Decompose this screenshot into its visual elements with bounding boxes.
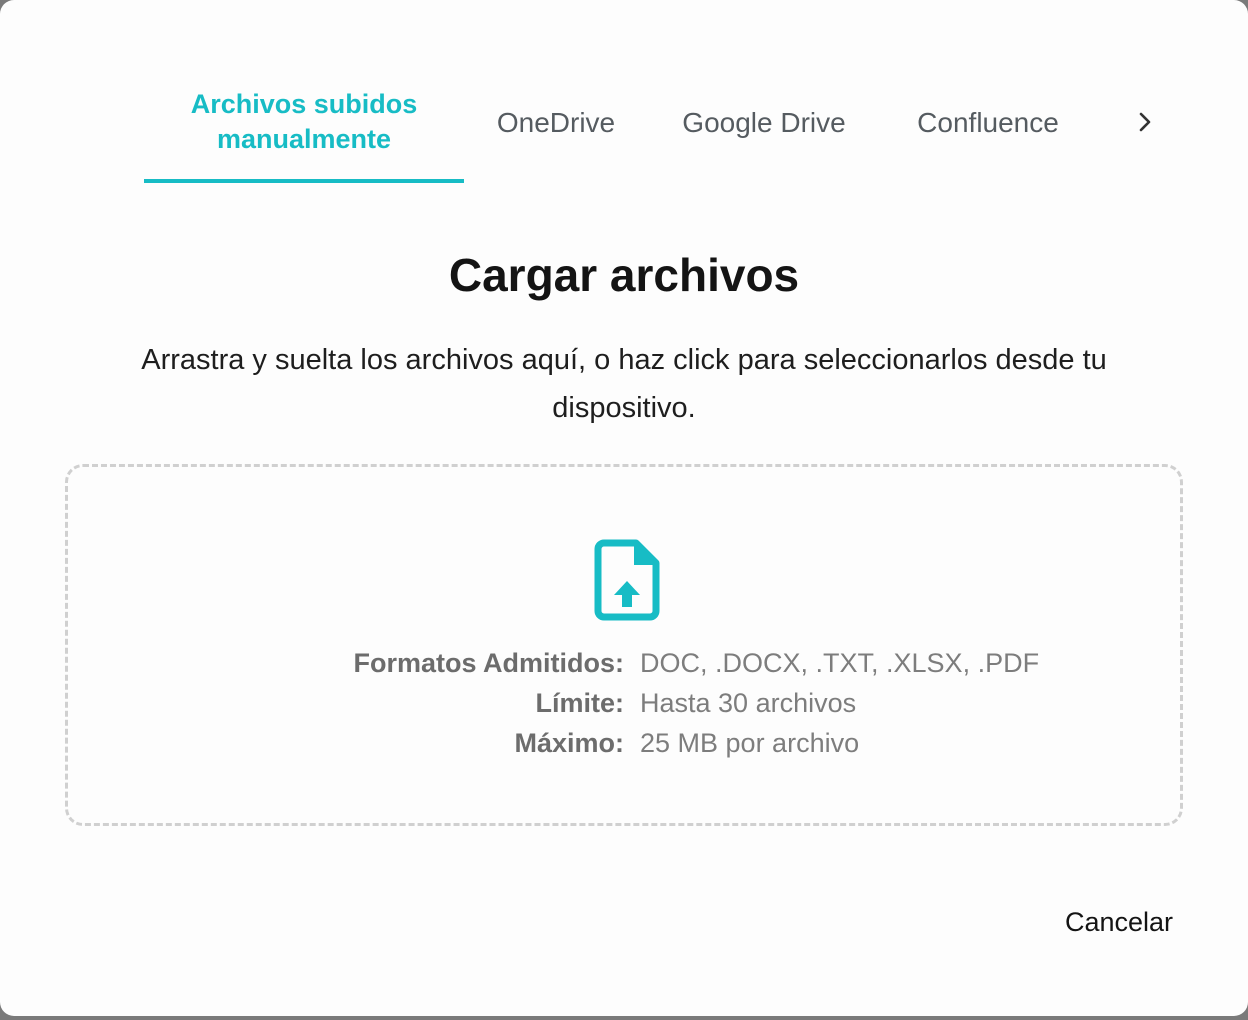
tab-google-drive[interactable]: Google Drive	[664, 105, 864, 201]
upload-dialog: Archivos subidos manualmente OneDrive Go…	[0, 0, 1248, 1016]
tab-confluence-label: Confluence	[917, 107, 1059, 138]
max-size-label: Máximo:	[514, 728, 624, 758]
max-size-value: 25 MB por archivo	[640, 728, 860, 758]
file-dropzone[interactable]: Formatos Admitidos: DOC, .DOCX, .TXT, .X…	[65, 464, 1183, 826]
tabs-next-button[interactable]	[1128, 104, 1162, 140]
upload-instructions: Arrastra y suelta los archivos aquí, o h…	[141, 344, 1107, 424]
source-tabs: Archivos subidos manualmente OneDrive Go…	[0, 0, 1248, 183]
supported-formats-row: Formatos Admitidos: DOC, .DOCX, .TXT, .X…	[68, 643, 1180, 683]
tab-manual-uploads[interactable]: Archivos subidos manualmente	[144, 87, 464, 183]
supported-formats-value: DOC, .DOCX, .TXT, .XLSX, .PDF	[640, 648, 1040, 678]
file-limit-value: Hasta 30 archivos	[640, 688, 857, 718]
tab-label-line: Archivos subidos	[190, 89, 418, 119]
cancel-button[interactable]: Cancelar	[1048, 902, 1190, 942]
file-limit-label: Límite:	[535, 688, 624, 718]
file-limit-row: Límite: Hasta 30 archivos	[68, 683, 1180, 723]
tab-confluence[interactable]: Confluence	[896, 105, 1080, 201]
file-upload-icon	[594, 539, 660, 621]
chevron-right-icon	[1139, 112, 1151, 132]
tab-onedrive[interactable]: OneDrive	[484, 105, 628, 201]
max-size-row: Máximo: 25 MB por archivo	[68, 723, 1180, 763]
page-title: Cargar archivos	[448, 249, 800, 301]
supported-formats-label: Formatos Admitidos:	[353, 648, 624, 678]
tab-google-drive-label: Google Drive	[682, 107, 846, 138]
tab-label-line: manualmente	[216, 124, 392, 154]
tab-onedrive-label: OneDrive	[496, 107, 616, 138]
tab-manual-uploads-label: Archivos subidos manualmente	[191, 87, 418, 157]
